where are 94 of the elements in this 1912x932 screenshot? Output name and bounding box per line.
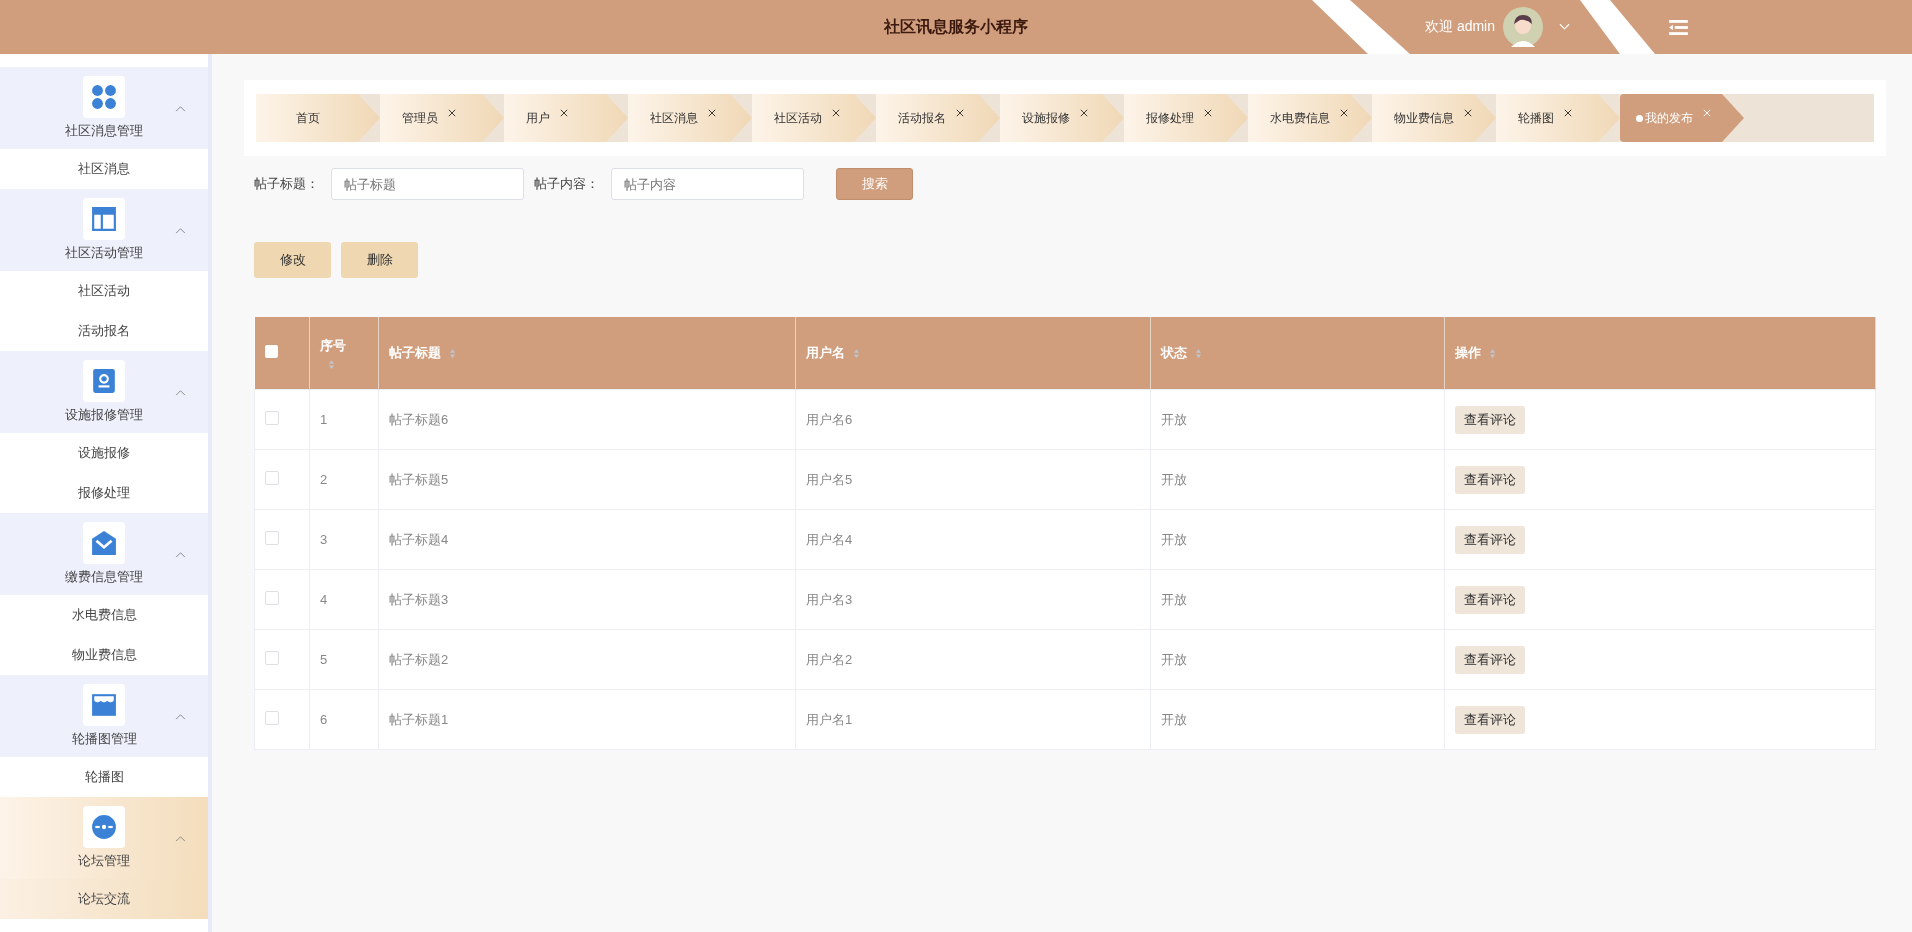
- table-cell: 开放: [1150, 449, 1445, 510]
- row-checkbox[interactable]: [265, 651, 279, 665]
- avatar-icon[interactable]: [1503, 7, 1544, 47]
- chevron-down-icon[interactable]: [1559, 23, 1571, 31]
- sort-icon[interactable]: [328, 358, 335, 370]
- table-cell: 开放: [1150, 689, 1445, 750]
- tab[interactable]: 报修处理: [1124, 94, 1248, 142]
- bullet-icon: [1636, 114, 1643, 122]
- tab[interactable]: 首页: [256, 94, 380, 142]
- table-cell: 帖子标题4: [378, 509, 796, 570]
- table-cell: 帖子标题6: [378, 389, 796, 450]
- table-cell: 帖子标题3: [378, 569, 796, 630]
- menu-group[interactable]: 社区消息管理: [0, 67, 208, 149]
- tab[interactable]: 用户: [504, 94, 628, 142]
- close-icon[interactable]: [560, 109, 568, 117]
- close-icon[interactable]: [448, 109, 456, 117]
- table-cell: 开放: [1150, 389, 1445, 450]
- sort-icon[interactable]: [1195, 348, 1203, 360]
- menu-group[interactable]: 缴费信息管理: [0, 513, 208, 595]
- sort-icon[interactable]: [1488, 348, 1496, 360]
- menu-group-label: 设施报修管理: [65, 406, 143, 424]
- table-cell: 帖子标题2: [378, 629, 796, 690]
- table-cell: 用户名1: [795, 689, 1151, 750]
- tab[interactable]: 管理员: [380, 94, 504, 142]
- tab[interactable]: 社区消息: [628, 94, 752, 142]
- close-icon[interactable]: [1464, 109, 1472, 117]
- menu-group[interactable]: 轮播图管理: [0, 675, 208, 757]
- view-comments-button[interactable]: 查看评论: [1454, 585, 1525, 614]
- menu-item[interactable]: 论坛交流: [0, 879, 208, 919]
- table-cell: 开放: [1150, 509, 1445, 570]
- edit-button[interactable]: 修改: [254, 242, 331, 278]
- table-cell: 用户名3: [795, 569, 1151, 630]
- close-icon[interactable]: [708, 109, 716, 117]
- menu-group-label: 社区活动管理: [65, 244, 143, 262]
- menu-icon[interactable]: [1669, 19, 1689, 35]
- view-comments-button[interactable]: 查看评论: [1454, 645, 1525, 674]
- close-icon[interactable]: [1340, 109, 1348, 117]
- tab[interactable]: 轮播图: [1496, 94, 1620, 142]
- delete-button[interactable]: 删除: [341, 242, 418, 278]
- close-icon[interactable]: [1080, 109, 1088, 117]
- tab[interactable]: 水电费信息: [1248, 94, 1372, 142]
- envelope-icon: [91, 530, 117, 556]
- table-cell: 5: [309, 629, 379, 690]
- menu-group-label: 缴费信息管理: [65, 568, 143, 586]
- table-cell: 4: [309, 569, 379, 630]
- tab[interactable]: 社区活动: [752, 94, 876, 142]
- table-cell: 1: [309, 389, 379, 450]
- search-field[interactable]: 帖子内容: [611, 168, 804, 200]
- menu-group[interactable]: 设施报修管理: [0, 351, 208, 433]
- row-checkbox[interactable]: [265, 531, 279, 545]
- shop-icon: [91, 692, 117, 718]
- search-field[interactable]: 帖子标题: [331, 168, 524, 200]
- table-cell: 2: [309, 449, 379, 510]
- table-cell: 用户名5: [795, 449, 1151, 510]
- welcome-text: 欢迎 admin: [1425, 18, 1496, 36]
- close-icon[interactable]: [1204, 109, 1212, 117]
- table-cell: 3: [309, 509, 379, 570]
- close-icon[interactable]: [1564, 109, 1572, 117]
- field-label: 帖子内容：: [534, 175, 599, 193]
- field-label: 帖子标题：: [254, 175, 319, 193]
- menu-group-label: 论坛管理: [78, 852, 130, 870]
- chat-dots-icon: [91, 814, 117, 840]
- layout-icon: [91, 206, 117, 232]
- select-all-checkbox[interactable]: [264, 345, 278, 358]
- view-comments-button[interactable]: 查看评论: [1454, 525, 1525, 554]
- tab[interactable]: 物业费信息: [1372, 94, 1496, 142]
- table-cell: 开放: [1150, 629, 1445, 690]
- table-cell: 帖子标题5: [378, 449, 796, 510]
- close-icon[interactable]: [956, 109, 964, 117]
- table-cell: 用户名2: [795, 629, 1151, 690]
- view-comments-button[interactable]: 查看评论: [1454, 405, 1525, 434]
- table-cell: 6: [309, 689, 379, 750]
- badge-icon: [91, 368, 117, 394]
- tab[interactable]: 设施报修: [1000, 94, 1124, 142]
- app-title: 社区讯息服务小程序: [883, 16, 1029, 37]
- table-cell: 用户名6: [795, 389, 1151, 450]
- view-comments-button[interactable]: 查看评论: [1454, 705, 1525, 734]
- sort-icon[interactable]: [852, 348, 860, 360]
- grid-icon: [91, 84, 117, 110]
- table-cell: 开放: [1150, 569, 1445, 630]
- menu-group[interactable]: 论坛管理: [0, 797, 208, 879]
- row-checkbox[interactable]: [265, 471, 279, 485]
- table-cell: 用户名4: [795, 509, 1151, 570]
- row-checkbox[interactable]: [265, 411, 279, 425]
- menu-group-label: 社区消息管理: [65, 122, 143, 140]
- sort-icon[interactable]: [449, 348, 456, 360]
- view-comments-button[interactable]: 查看评论: [1454, 465, 1525, 494]
- row-checkbox[interactable]: [265, 591, 279, 605]
- menu-group-label: 轮播图管理: [71, 730, 137, 748]
- row-checkbox[interactable]: [265, 711, 279, 725]
- close-icon[interactable]: [832, 109, 840, 117]
- tab[interactable]: 活动报名: [876, 94, 1000, 142]
- menu-group[interactable]: 社区活动管理: [0, 189, 208, 271]
- table-cell: 帖子标题1: [378, 689, 796, 750]
